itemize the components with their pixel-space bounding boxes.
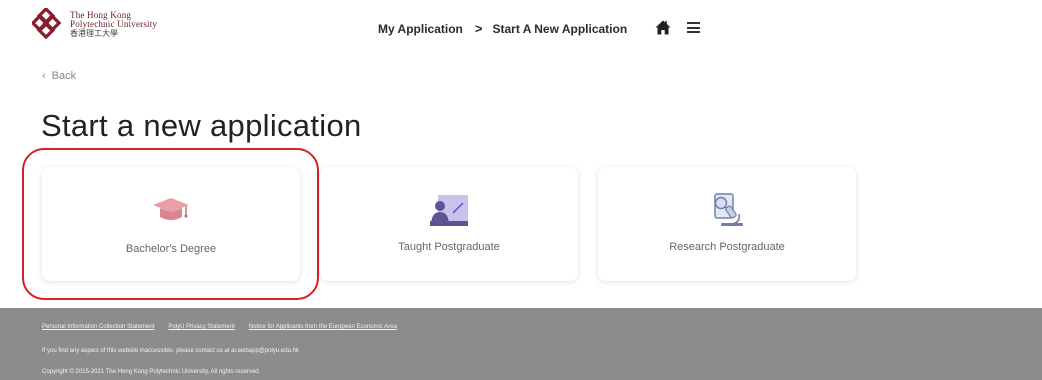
microscope-icon [707,193,747,227]
teacher-board-icon [429,193,469,227]
breadcrumb-separator: > [474,21,483,36]
university-logo[interactable]: The Hong Kong Polytechnic University 香港理… [32,8,157,40]
breadcrumb-my-application[interactable]: My Application [378,22,463,36]
card-research-postgraduate[interactable]: Research Postgraduate [598,167,856,281]
card-bachelors-degree[interactable]: Bachelor's Degree [42,167,300,281]
breadcrumb: My Application > Start A New Application [378,21,627,36]
footer-link-pics[interactable]: Personal Information Collection Statemen… [42,324,154,330]
logo-text: The Hong Kong Polytechnic University 香港理… [70,10,158,38]
page-title: Start a new application [41,108,362,143]
card-label: Bachelor's Degree [125,243,217,255]
card-label: Taught Postgraduate [398,241,500,253]
home-icon[interactable] [655,20,671,35]
card-taught-postgraduate[interactable]: Taught Postgraduate [320,167,578,281]
logo-line-2: Polytechnic University [70,18,158,29]
header-icons [655,20,700,35]
footer-links: Personal Information Collection Statemen… [42,324,397,330]
back-link[interactable]: ‹ Back [42,70,76,82]
logo-line-3: 香港理工大學 [70,28,118,38]
polyu-logo-icon [32,8,62,40]
menu-icon[interactable] [687,22,700,33]
footer-copyright: Copyright © 2015-2021 The Hong Kong Poly… [42,369,261,375]
footer: Personal Information Collection Statemen… [0,308,1042,380]
footer-link-privacy[interactable]: PolyU Privacy Statement [168,324,234,330]
chevron-left-icon: ‹ [42,70,46,82]
back-label: Back [51,70,77,82]
footer-accessibility-text: If you find any aspect of this website i… [42,348,299,354]
footer-link-eea-notice[interactable]: Notice for Applicants from the European … [249,324,397,330]
breadcrumb-start-new-application[interactable]: Start A New Application [492,22,627,36]
graduation-cap-icon [151,193,191,227]
card-label: Research Postgraduate [669,241,785,253]
header: The Hong Kong Polytechnic University 香港理… [0,0,1042,62]
